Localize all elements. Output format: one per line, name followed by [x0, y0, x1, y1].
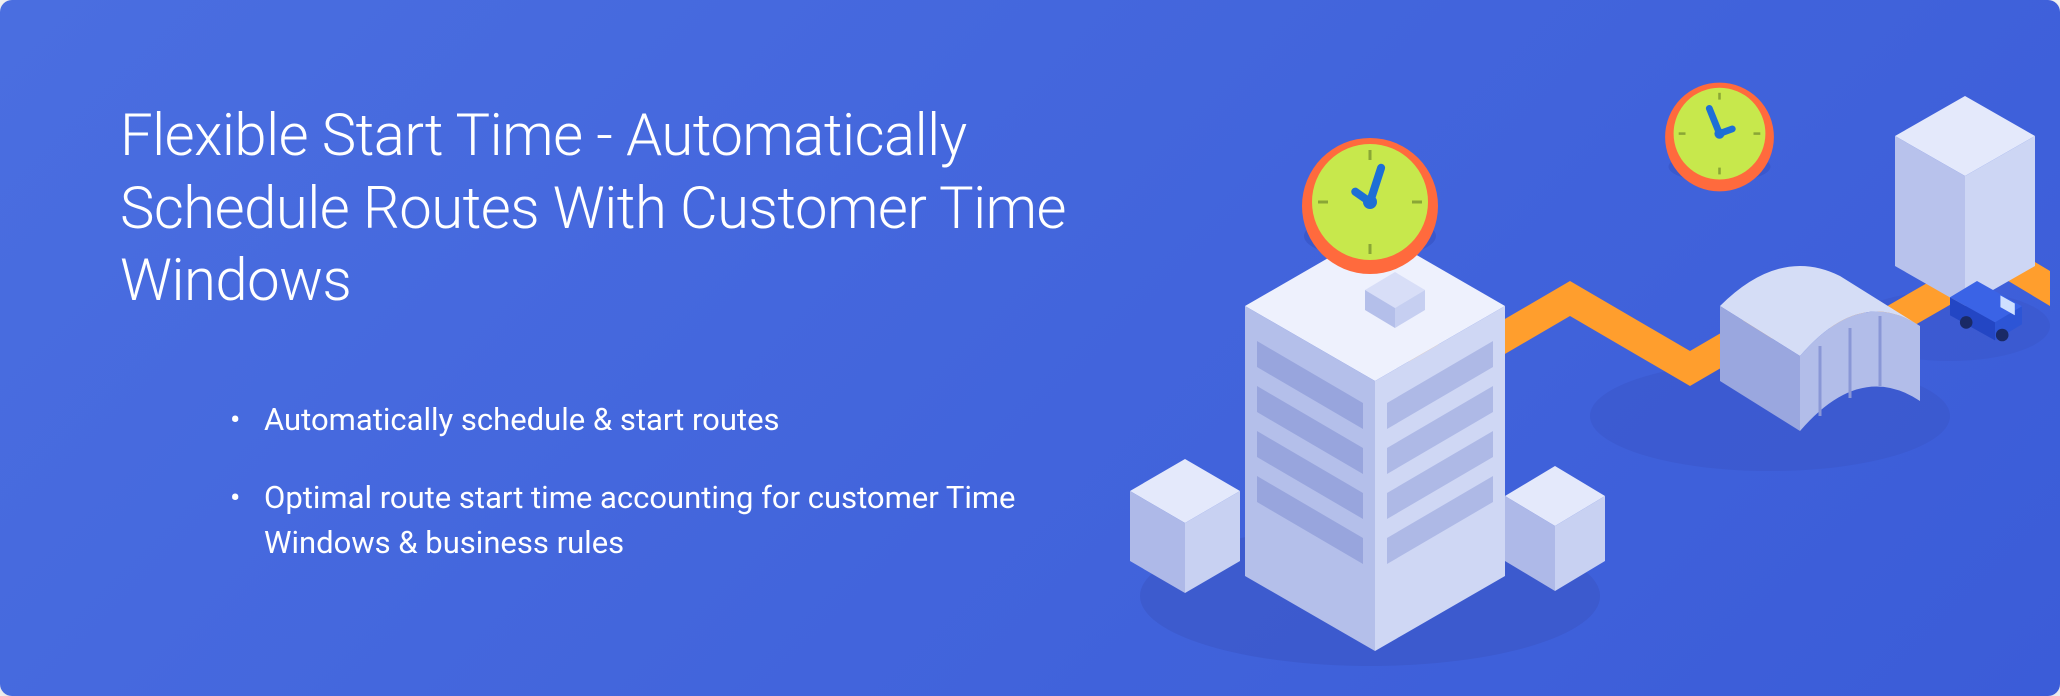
- hero-headline: Flexible Start Time - Automatically Sche…: [120, 100, 1140, 318]
- bullet-item: Automatically schedule & start routes: [230, 398, 1140, 443]
- hero-bullet-list: Automatically schedule & start routes Op…: [120, 398, 1140, 567]
- warehouse-icon: [1720, 266, 1920, 431]
- bullet-item: Optimal route start time accounting for …: [230, 476, 1140, 566]
- cube-icon: [1130, 459, 1240, 593]
- hero-banner: Flexible Start Time - Automatically Sche…: [0, 0, 2060, 696]
- clock-icon: [1302, 138, 1438, 274]
- building-tall-icon: [1245, 231, 1505, 651]
- clock-icon: [1665, 83, 1774, 192]
- hero-text-column: Flexible Start Time - Automatically Sche…: [120, 100, 1140, 600]
- building-small-icon: [1895, 96, 2035, 306]
- cube-icon: [1505, 466, 1605, 591]
- route-path-icon: [1340, 241, 2050, 386]
- delivery-van-icon: [1950, 281, 2022, 341]
